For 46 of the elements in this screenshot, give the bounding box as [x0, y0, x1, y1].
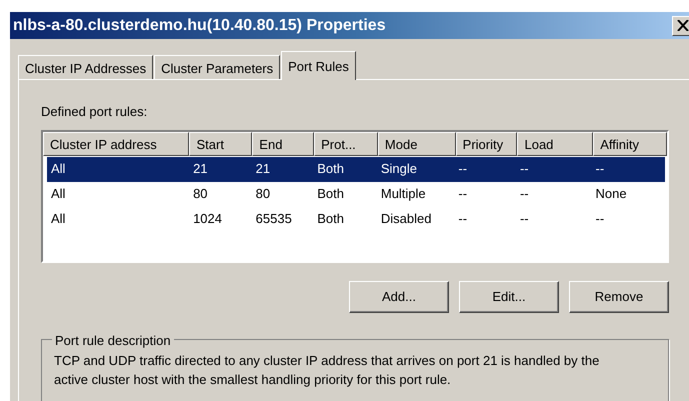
list-cell: --: [458, 161, 468, 176]
list-row[interactable]: All 21 21 Both Single -- -- --: [47, 156, 665, 182]
list-cell: All: [51, 161, 66, 176]
list-cell: --: [595, 161, 604, 176]
list-cell: Both: [317, 161, 344, 176]
list-cell: All: [51, 186, 66, 202]
list-cell: 1024: [193, 211, 222, 226]
list-cell: Single: [380, 161, 417, 176]
list-cell: --: [458, 211, 468, 226]
list-cell: --: [520, 186, 529, 202]
window-title: nlbs-a-80.clusterdemo.hu(10.40.80.15) Properties: [13, 16, 386, 36]
column-header[interactable]: Affinity: [593, 132, 668, 156]
dialog-button[interactable]: Add...: [349, 280, 449, 312]
description-text: TCP and UDP traffic directed to any cluster IP address that arrives on port 21 is handled by the active cluster host with the smallest handling priority for this port rule.: [54, 352, 600, 388]
list-row[interactable]: All 1024 65535 Both Disabled -- -- --: [47, 206, 665, 232]
list-label: Defined port rules:: [41, 103, 148, 121]
close-button[interactable]: [672, 16, 689, 36]
list-cell: Multiple: [380, 186, 426, 202]
list-cell: --: [595, 211, 604, 226]
list-row[interactable]: All 80 80 Both Multiple -- -- None: [47, 182, 665, 206]
list-cell: Disabled: [380, 211, 432, 226]
list-cell: All: [51, 211, 66, 226]
list-cell: --: [520, 161, 529, 176]
list-cell: --: [520, 211, 529, 226]
list-cell: 21: [256, 161, 270, 176]
column-header[interactable]: Prot...: [314, 132, 378, 156]
column-header[interactable]: Mode: [378, 132, 456, 156]
tab[interactable]: Cluster Parameters: [154, 55, 280, 79]
list-cell: 80: [256, 186, 270, 202]
list-cell: Both: [317, 211, 344, 226]
list-cell: 21: [193, 161, 208, 176]
column-header[interactable]: End: [252, 132, 314, 156]
list-cell: Both: [317, 186, 344, 202]
list-cell: 65535: [256, 211, 292, 226]
list-cell: 80: [193, 186, 208, 202]
dialog-button[interactable]: Edit...: [459, 280, 559, 312]
column-header[interactable]: Cluster IP address: [43, 132, 190, 156]
dialog-button[interactable]: Remove: [569, 280, 669, 312]
tab[interactable]: Cluster IP Addresses: [18, 55, 154, 79]
list-cell: None: [595, 186, 627, 202]
close-icon: [677, 20, 689, 31]
column-header[interactable]: Load: [517, 132, 594, 156]
tab[interactable]: Port Rules: [281, 51, 356, 80]
column-header[interactable]: Priority: [456, 132, 518, 156]
column-header[interactable]: Start: [189, 132, 252, 156]
list-cell: --: [458, 186, 468, 202]
